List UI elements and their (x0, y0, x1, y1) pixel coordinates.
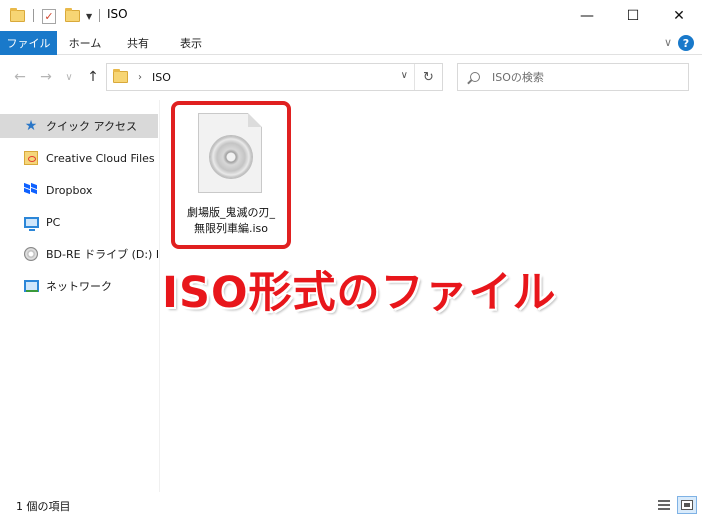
breadcrumb-iso[interactable]: ISO (152, 71, 171, 84)
sidebar-item-dropbox[interactable]: Dropbox (0, 178, 158, 202)
file-list: 劇場版_鬼滅の刃_ 無限列車編.iso ISO形式のファイル (161, 100, 702, 492)
close-icon: ✕ (673, 7, 685, 24)
dropbox-icon (23, 182, 39, 198)
sidebar-item-label: Dropbox (46, 183, 93, 197)
status-bar: 1 個の項目 (0, 492, 702, 517)
sidebar-item-label: クイック アクセス (46, 120, 137, 133)
file-name: 劇場版_鬼滅の刃_ 無限列車編.iso (187, 206, 275, 235)
minimize-button[interactable]: — (564, 0, 610, 31)
disc-drive-icon (23, 246, 39, 262)
folder-icon (113, 69, 128, 83)
navigation-pane: ★ クイック アクセス Creative Cloud Files Dropbox… (0, 100, 160, 492)
up-button[interactable]: ↑ (84, 67, 102, 87)
sidebar-item-label: Creative Cloud Files (46, 151, 155, 165)
minimize-icon: — (580, 7, 594, 24)
pc-icon (23, 214, 39, 231)
network-icon (23, 278, 39, 294)
address-bar[interactable]: › ISO ∨ ↻ (106, 63, 443, 91)
back-arrow-icon: ← (14, 69, 26, 85)
tab-view[interactable]: 表示 (165, 31, 217, 55)
search-placeholder: ISOの検索 (492, 71, 544, 84)
address-dropdown-icon[interactable]: ∨ (401, 70, 408, 81)
navigation-bar: ← → ∨ ↑ › ISO ∨ ↻ ISOの検索 (0, 55, 702, 100)
sidebar-item-quick-access[interactable]: ★ クイック アクセス (0, 114, 158, 138)
maximize-button[interactable]: ☐ (610, 0, 656, 31)
file-item-iso[interactable]: 劇場版_鬼滅の刃_ 無限列車編.iso (171, 101, 291, 249)
breadcrumb-chevron-icon[interactable]: › (138, 72, 142, 83)
details-view-button[interactable] (654, 496, 674, 514)
search-icon (470, 72, 480, 82)
large-icons-view-button[interactable] (677, 496, 697, 514)
sidebar-item-creative-cloud-files[interactable]: Creative Cloud Files (0, 146, 158, 170)
sidebar-item-label: PC (46, 215, 61, 229)
back-button[interactable]: ← (10, 67, 30, 87)
annotation-text: ISO形式のファイル (162, 268, 557, 318)
help-icon[interactable]: ? (678, 35, 694, 51)
disc-image-file-icon (198, 113, 262, 193)
separator (33, 9, 34, 22)
forward-button[interactable]: → (36, 67, 56, 87)
separator (99, 9, 100, 22)
expand-ribbon-icon[interactable]: ∨ (664, 36, 672, 49)
chevron-down-icon: ∨ (65, 71, 73, 83)
properties-icon[interactable]: ✓ (42, 8, 56, 24)
tab-home[interactable]: ホーム (59, 31, 111, 55)
maximize-icon: ☐ (626, 7, 640, 24)
window-title: ISO (107, 7, 128, 21)
up-arrow-icon: ↑ (87, 69, 99, 85)
large-icons-view-icon (681, 500, 693, 510)
sidebar-item-bd-re-drive[interactable]: BD-RE ドライブ (D:) DV (0, 242, 158, 266)
folder-icon (10, 8, 25, 24)
recent-locations-button[interactable]: ∨ (62, 67, 76, 87)
close-button[interactable]: ✕ (656, 0, 702, 31)
search-box[interactable]: ISOの検索 (457, 63, 689, 91)
customize-quick-access-icon[interactable]: ▼ (86, 8, 92, 24)
item-count: 1 個の項目 (16, 500, 71, 513)
sidebar-item-network[interactable]: ネットワーク (0, 274, 158, 298)
tab-share[interactable]: 共有 (113, 31, 163, 55)
details-view-icon (658, 500, 670, 510)
new-folder-icon[interactable] (65, 8, 80, 24)
sidebar-item-label: ネットワーク (46, 280, 112, 293)
title-bar: ✓ ▼ ISO — ☐ ✕ (0, 0, 702, 31)
ribbon-tabs: ファイル ホーム 共有 表示 ∨ ? (0, 31, 702, 55)
star-icon: ★ (24, 118, 38, 134)
forward-arrow-icon: → (40, 69, 52, 85)
sidebar-item-pc[interactable]: PC (0, 210, 158, 234)
refresh-button[interactable]: ↻ (414, 64, 442, 90)
sidebar-item-label: BD-RE ドライブ (D:) DV (46, 248, 158, 261)
creative-cloud-icon (23, 150, 39, 166)
tab-file[interactable]: ファイル (0, 31, 57, 55)
